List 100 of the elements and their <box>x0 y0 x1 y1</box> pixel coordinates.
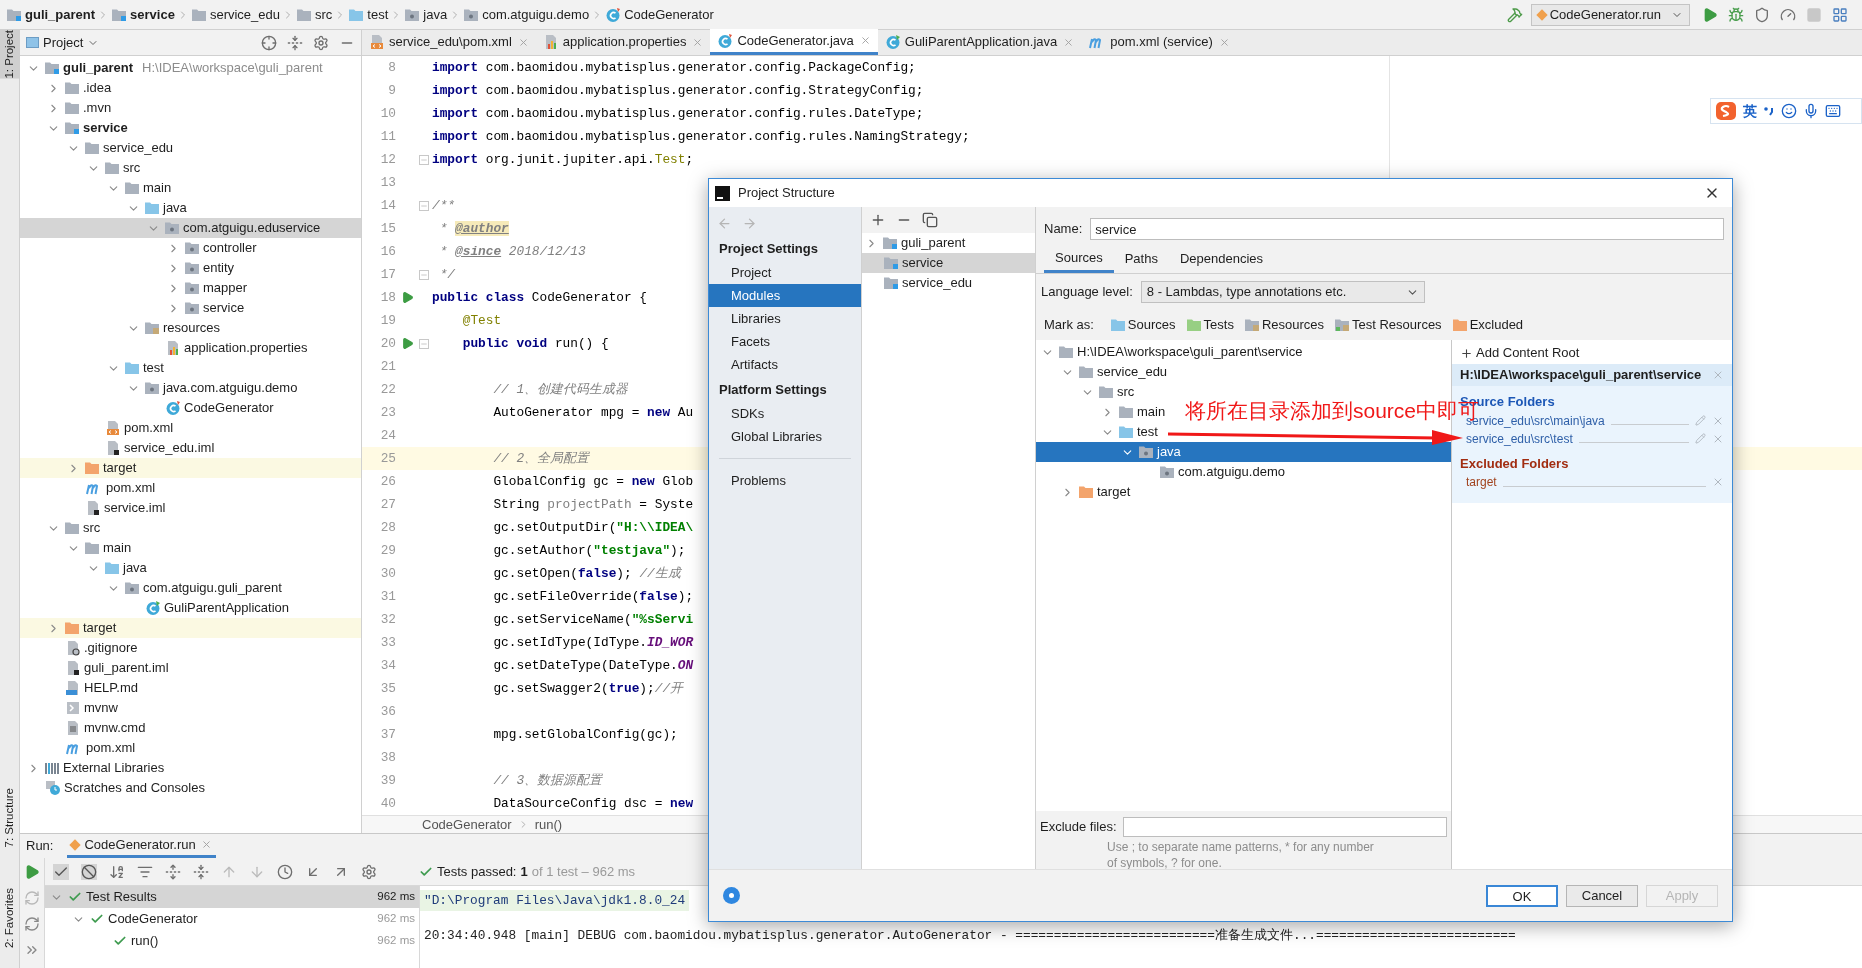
mark-as-button[interactable]: Test Resources <box>1334 315 1442 335</box>
module-item[interactable]: service <box>862 253 1035 273</box>
collapse-all-icon[interactable] <box>193 863 209 880</box>
expand-all-icon[interactable] <box>165 863 181 880</box>
breadcrumb-item[interactable]: test <box>348 4 389 25</box>
breadcrumb-item[interactable]: CodeGenerator <box>422 814 512 835</box>
tree-item[interactable]: .gitignore <box>20 638 361 658</box>
fold-marker-icon[interactable] <box>419 269 429 280</box>
nav-item[interactable]: Modules <box>709 284 861 307</box>
tree-item[interactable]: main <box>20 538 361 558</box>
tree-item[interactable]: test <box>20 358 361 378</box>
fold-marker-icon[interactable] <box>419 200 429 211</box>
module-item[interactable]: service_edu <box>862 273 1035 293</box>
tree-item[interactable]: java.com.atguigu.demo <box>20 378 361 398</box>
tool-window-tab[interactable]: 2: Favorites <box>0 887 20 948</box>
tree-item[interactable]: .idea <box>20 78 361 98</box>
tree-item[interactable]: java <box>20 558 361 578</box>
editor-tab[interactable]: service_edu\pom.xml <box>362 29 536 55</box>
copy-icon[interactable] <box>922 212 938 228</box>
editor-tab[interactable]: application.properties <box>535 29 711 55</box>
dialog-tab[interactable]: Dependencies <box>1168 245 1275 273</box>
tree-item[interactable]: service_edu <box>20 138 361 158</box>
dialog-button[interactable]: OK <box>1486 884 1558 907</box>
tool-window-tab[interactable]: 7: Structure <box>0 788 20 848</box>
run-gutter-icon[interactable] <box>400 337 414 350</box>
tree-item[interactable]: main <box>1036 402 1170 422</box>
tree-item[interactable]: src <box>1036 382 1139 402</box>
microphone-icon[interactable] <box>1803 103 1819 119</box>
breadcrumb-item[interactable]: service <box>111 4 175 25</box>
tool-window-tab[interactable]: 1: Project <box>0 30 20 79</box>
tree-item[interactable]: CodeGenerator <box>20 398 361 418</box>
tree-item[interactable]: pom.xml <box>20 478 361 498</box>
tree-item[interactable]: com.atguigu.eduservice <box>20 218 361 238</box>
nav-item[interactable]: Problems <box>709 469 861 492</box>
tree-item[interactable]: target <box>20 618 361 638</box>
edit-icon[interactable] <box>1695 415 1706 426</box>
tree-item[interactable]: java <box>20 198 361 218</box>
fold-marker-icon[interactable] <box>419 338 429 349</box>
sort-alpha-icon[interactable] <box>109 863 125 880</box>
nav-item[interactable]: Global Libraries <box>709 425 861 448</box>
dialog-tab[interactable]: Sources <box>1044 245 1114 273</box>
punctuation-icon[interactable] <box>1763 104 1775 118</box>
tree-item[interactable]: test <box>1036 422 1162 442</box>
tree-item[interactable]: controller <box>20 238 361 258</box>
tree-item[interactable]: guli_parent H:\IDEA\workspace\guli_parent <box>20 58 361 78</box>
mark-as-button[interactable]: Excluded <box>1451 315 1524 335</box>
debug-icon[interactable] <box>1728 6 1744 23</box>
tree-item[interactable]: entity <box>20 258 361 278</box>
nav-item[interactable]: Libraries <box>709 307 861 330</box>
tree-item[interactable]: src <box>20 518 361 538</box>
tree-item[interactable]: HELP.md <box>20 678 361 698</box>
tree-item[interactable]: resources <box>20 318 361 338</box>
project-view-dropdown[interactable]: Project <box>26 32 100 53</box>
tree-item[interactable]: com.atguigu.guli_parent <box>20 578 361 598</box>
breadcrumb-item[interactable]: com.atguigu.demo <box>463 4 590 25</box>
auto-rerun-icon[interactable] <box>24 916 40 932</box>
tree-item[interactable]: service <box>20 118 361 138</box>
nav-item[interactable]: Facets <box>709 330 861 353</box>
settings-icon[interactable] <box>313 34 329 51</box>
add-content-root-button[interactable]: Add Content Root <box>1452 342 1732 364</box>
breadcrumb-item[interactable]: java <box>404 4 448 25</box>
name-field[interactable]: service <box>1090 218 1724 240</box>
run-gutter-icon[interactable] <box>400 291 414 304</box>
mark-as-button[interactable]: Resources <box>1243 315 1325 335</box>
editor-tab[interactable]: pom.xml (service) <box>1081 29 1237 55</box>
tree-item[interactable]: H:\IDEA\workspace\guli_parent\service <box>1036 342 1307 362</box>
breadcrumb-item[interactable]: CodeGenerator <box>605 4 714 25</box>
help-button[interactable] <box>723 887 740 904</box>
tree-item[interactable]: java <box>1036 442 1451 462</box>
history-icon[interactable] <box>277 863 293 880</box>
run-config-dropdown[interactable]: CodeGenerator.run <box>1530 3 1690 26</box>
build-hammer-icon[interactable] <box>1506 6 1523 23</box>
tree-item[interactable]: mvnw.cmd <box>20 718 361 738</box>
tree-item[interactable]: service_edu.iml <box>20 438 361 458</box>
fold-marker-icon[interactable] <box>419 154 429 165</box>
show-passed-icon[interactable] <box>53 863 69 880</box>
language-level-dropdown[interactable]: 8 - Lambdas, type annotations etc. <box>1140 281 1425 303</box>
rerun-icon[interactable] <box>24 864 40 880</box>
tree-item[interactable]: src <box>20 158 361 178</box>
dialog-button[interactable]: Cancel <box>1566 884 1638 907</box>
nav-item[interactable]: SDKs <box>709 402 861 425</box>
coverage-icon[interactable] <box>1754 6 1770 23</box>
stop-icon[interactable] <box>1806 6 1822 23</box>
forward-icon[interactable] <box>742 215 757 231</box>
tree-item[interactable]: com.atguigu.demo <box>1036 462 1289 482</box>
project-structure-icon[interactable] <box>1832 6 1848 23</box>
breadcrumb-item[interactable]: guli_parent <box>6 4 96 25</box>
profile-icon[interactable] <box>1780 6 1796 23</box>
tree-item[interactable]: Scratches and Consoles <box>20 778 361 798</box>
tree-item[interactable]: GuliParentApplication <box>20 598 361 618</box>
mark-as-button[interactable]: Sources <box>1109 315 1176 335</box>
tree-item[interactable]: guli_parent.iml <box>20 658 361 678</box>
tree-item[interactable]: External Libraries <box>20 758 361 778</box>
tree-item[interactable]: pom.xml <box>20 418 361 438</box>
ime-logo-icon[interactable] <box>1715 101 1737 121</box>
tree-item[interactable]: mapper <box>20 278 361 298</box>
breadcrumb-item[interactable]: service_edu <box>190 4 280 25</box>
module-item[interactable]: guli_parent <box>862 233 1035 253</box>
keyboard-icon[interactable] <box>1825 103 1841 119</box>
tree-item[interactable]: pom.xml <box>20 738 361 758</box>
